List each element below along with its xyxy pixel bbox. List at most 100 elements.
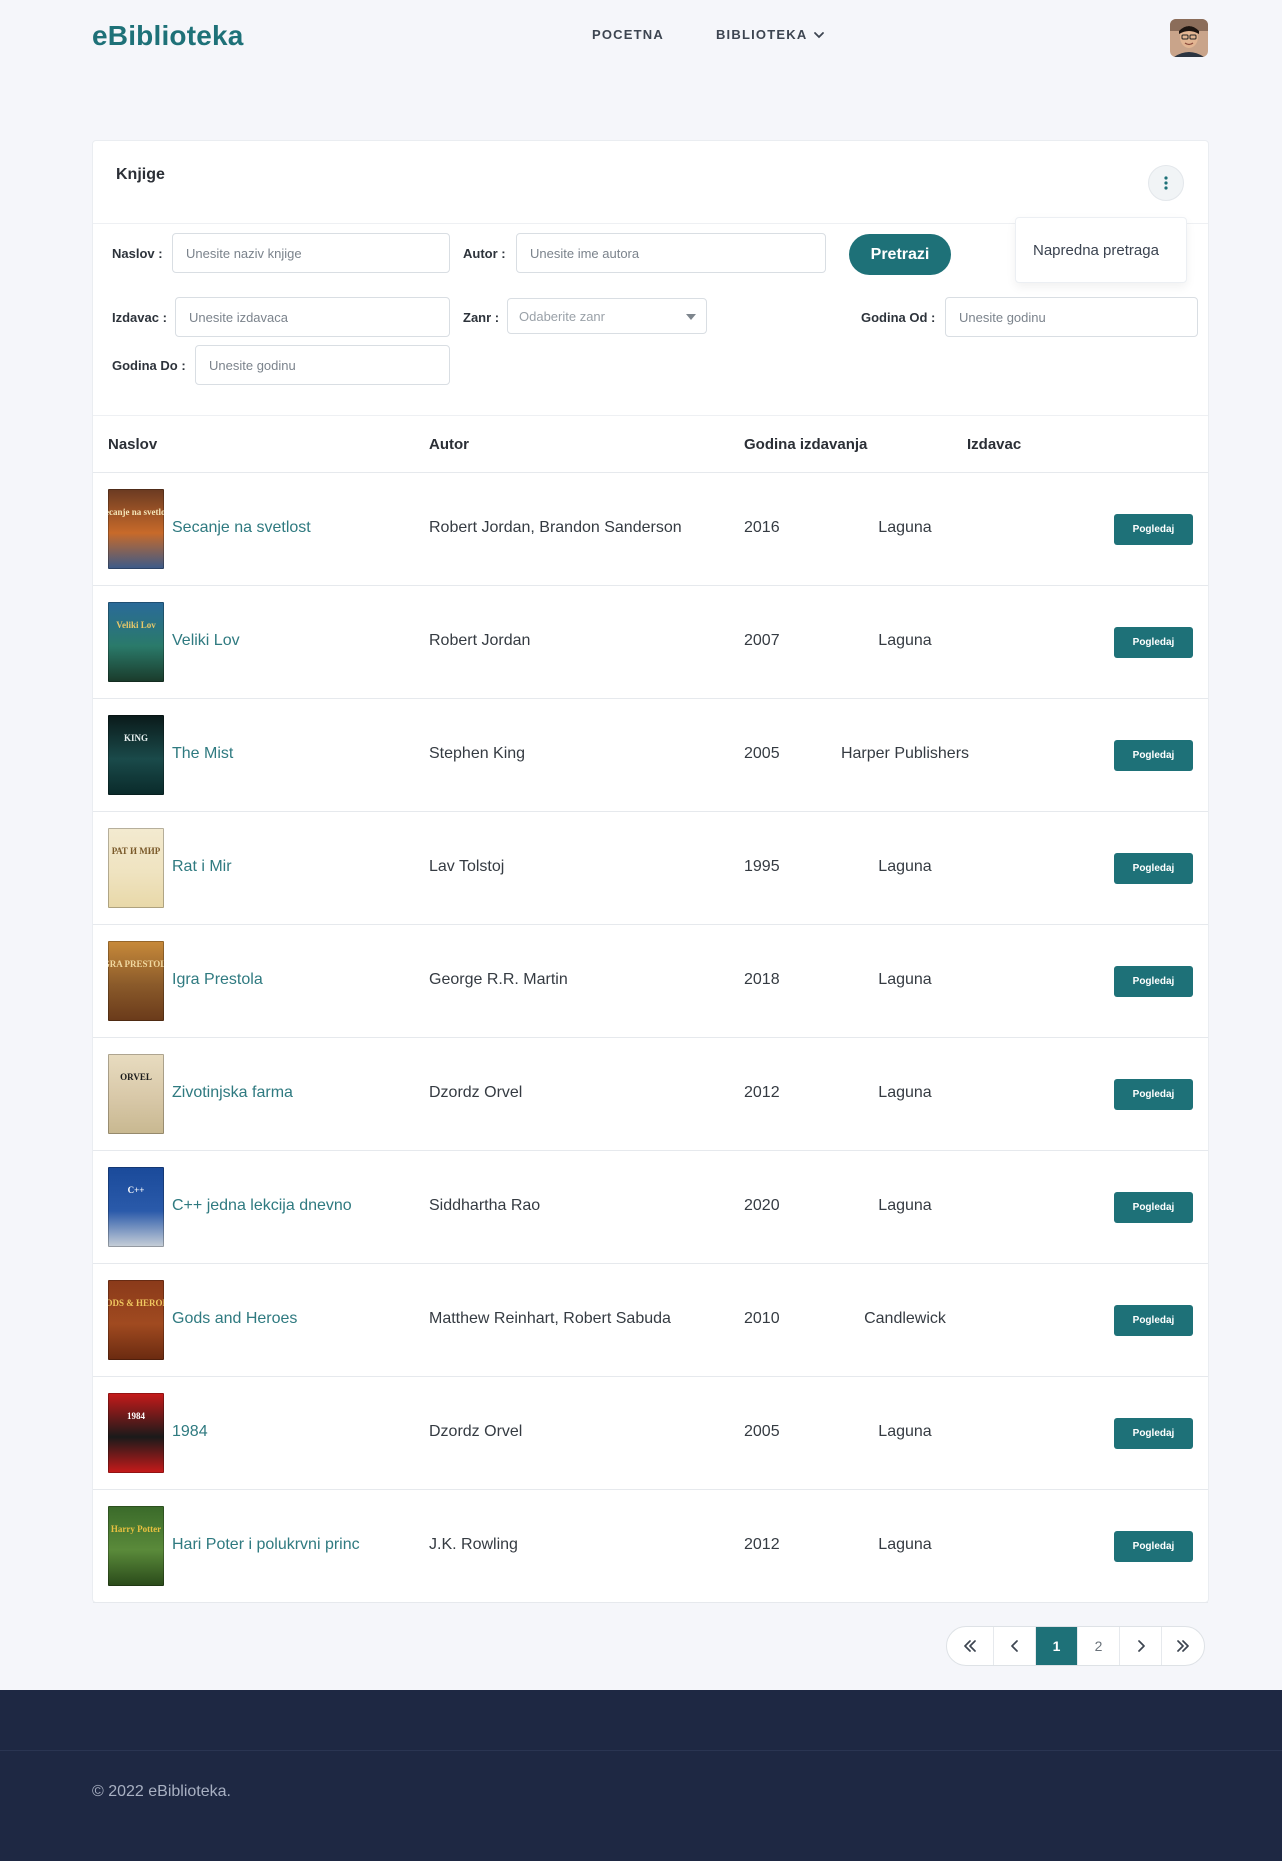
more-options-button[interactable] bbox=[1148, 165, 1184, 201]
book-cover-image[interactable]: KING bbox=[108, 715, 164, 795]
book-cover-image[interactable]: 1984 bbox=[108, 1393, 164, 1473]
table-row: C++ C++ jedna lekcija dnevno Siddhartha Ra… bbox=[93, 1151, 1208, 1264]
view-book-button[interactable]: Pogledaj bbox=[1114, 740, 1193, 771]
book-cover-art: ORVEL bbox=[108, 1054, 164, 1134]
book-cover-image[interactable]: C++ bbox=[108, 1167, 164, 1247]
autor-label: Autor : bbox=[463, 246, 506, 261]
nav-item-biblioteka[interactable]: BIBLIOTEKA bbox=[716, 27, 825, 42]
publisher-search-input[interactable] bbox=[175, 297, 450, 337]
view-book-button[interactable]: Pogledaj bbox=[1114, 1305, 1193, 1336]
godina-od-label: Godina Od : bbox=[861, 310, 936, 325]
column-header-godina[interactable]: Godina izdavanja bbox=[744, 436, 867, 453]
view-book-button[interactable]: Pogledaj bbox=[1114, 1192, 1193, 1223]
book-title-link[interactable]: The Mist bbox=[172, 745, 233, 763]
chevron-right-icon bbox=[1137, 1640, 1145, 1652]
book-publisher: Laguna bbox=[878, 1536, 932, 1553]
view-book-button[interactable]: Pogledaj bbox=[1114, 1079, 1193, 1110]
book-cover-image[interactable]: Secanje na svetlost bbox=[108, 489, 164, 569]
nav-label-biblioteka: BIBLIOTEKA bbox=[715, 27, 808, 42]
book-title-link[interactable]: Veliki Lov bbox=[172, 632, 240, 650]
table-row: IGRA PRESTOLA Igra Prestola George R.R. Ma… bbox=[93, 925, 1208, 1038]
book-title-link[interactable]: Hari Poter i polukrvni princ bbox=[172, 1536, 360, 1554]
book-year: 2010 bbox=[744, 1310, 780, 1327]
table-row: KING The Mist Stephen King 2005 Harper Publi… bbox=[93, 699, 1208, 812]
view-book-button[interactable]: Pogledaj bbox=[1114, 627, 1193, 658]
svg-text:Veliki Lov: Veliki Lov bbox=[116, 620, 156, 630]
author-search-input[interactable] bbox=[516, 233, 826, 273]
book-title-link[interactable]: Gods and Heroes bbox=[172, 1310, 297, 1328]
card-title: Knjige bbox=[116, 166, 165, 183]
book-cover-image[interactable]: РАТ И МИР bbox=[108, 828, 164, 908]
column-header-naslov[interactable]: Naslov bbox=[108, 436, 157, 453]
year-from-input[interactable] bbox=[945, 297, 1198, 337]
book-cover-art: GODS & HEROES bbox=[108, 1280, 164, 1360]
zanr-label: Zanr : bbox=[463, 310, 500, 325]
book-title-link[interactable]: 1984 bbox=[172, 1423, 208, 1441]
main-nav: POCETNA BIBLIOTEKA bbox=[592, 27, 825, 42]
godina-do-label: Godina Do : bbox=[112, 358, 186, 373]
book-title-link[interactable]: Secanje na svetlost bbox=[172, 519, 311, 537]
chevron-left-icon bbox=[1010, 1640, 1018, 1652]
book-cover-art: IGRA PRESTOLA bbox=[108, 941, 164, 1021]
svg-text:KING: KING bbox=[124, 733, 148, 743]
page-1-button[interactable]: 1 bbox=[1036, 1627, 1078, 1665]
page-2-button[interactable]: 2 bbox=[1078, 1627, 1120, 1665]
view-book-button[interactable]: Pogledaj bbox=[1114, 1418, 1193, 1449]
book-publisher: Laguna bbox=[878, 632, 932, 649]
svg-text:1984: 1984 bbox=[127, 1411, 146, 1421]
book-cover-image[interactable]: IGRA PRESTOLA bbox=[108, 941, 164, 1021]
book-author: Matthew Reinhart, Robert Sabuda bbox=[429, 1310, 671, 1327]
book-title-link[interactable]: Zivotinjska farma bbox=[172, 1084, 293, 1102]
book-cover-image[interactable]: Harry Potter bbox=[108, 1506, 164, 1586]
search-button[interactable]: Pretrazi bbox=[849, 234, 951, 275]
title-search-input[interactable] bbox=[172, 233, 450, 273]
book-cover-image[interactable]: GODS & HEROES bbox=[108, 1280, 164, 1360]
books-card: Knjige Napredna pretraga Naslov : Autor … bbox=[92, 140, 1209, 1603]
user-avatar[interactable] bbox=[1170, 19, 1208, 57]
double-chevron-right-icon bbox=[1177, 1640, 1189, 1652]
view-book-button[interactable]: Pogledaj bbox=[1114, 514, 1193, 545]
book-cover-art: 1984 bbox=[108, 1393, 164, 1473]
book-cover-image[interactable]: ORVEL bbox=[108, 1054, 164, 1134]
book-year: 2018 bbox=[744, 971, 780, 988]
book-publisher: Laguna bbox=[878, 1197, 932, 1214]
brand-logo[interactable]: eBiblioteka bbox=[92, 20, 244, 52]
book-author: Dzordz Orvel bbox=[429, 1084, 523, 1101]
next-page-button[interactable] bbox=[1120, 1627, 1162, 1665]
nav-item-pocetna[interactable]: POCETNA bbox=[592, 27, 664, 42]
view-book-button[interactable]: Pogledaj bbox=[1114, 966, 1193, 997]
last-page-button[interactable] bbox=[1162, 1627, 1204, 1665]
book-cover-image[interactable]: Veliki Lov bbox=[108, 602, 164, 682]
copyright-text: © 2022 eBiblioteka. bbox=[92, 1783, 231, 1800]
book-title-link[interactable]: Rat i Mir bbox=[172, 858, 232, 876]
book-cover-art: C++ bbox=[108, 1167, 164, 1247]
table-row: Harry Potter Hari Poter i polukrvni princ… bbox=[93, 1490, 1208, 1603]
pagination: 1 2 bbox=[946, 1626, 1205, 1666]
column-header-izdavac[interactable]: Izdavac bbox=[967, 436, 1021, 453]
year-to-input[interactable] bbox=[195, 345, 450, 385]
book-author: J.K. Rowling bbox=[429, 1536, 518, 1553]
book-publisher: Laguna bbox=[878, 858, 932, 875]
avatar-image bbox=[1170, 19, 1208, 57]
column-header-autor[interactable]: Autor bbox=[429, 436, 469, 453]
first-page-button[interactable] bbox=[947, 1627, 994, 1665]
genre-select[interactable]: Odaberite zanr bbox=[507, 298, 707, 334]
svg-text:РАТ И МИР: РАТ И МИР bbox=[112, 846, 161, 856]
double-chevron-left-icon bbox=[964, 1640, 976, 1652]
book-cover-art: KING bbox=[108, 715, 164, 795]
table-row: Secanje na svetlost Secanje na svetlost Ro… bbox=[93, 473, 1208, 586]
book-title-link[interactable]: Igra Prestola bbox=[172, 971, 263, 989]
svg-text:Secanje na svetlost: Secanje na svetlost bbox=[108, 507, 164, 517]
svg-text:ORVEL: ORVEL bbox=[120, 1072, 152, 1082]
book-author: Robert Jordan, Brandon Sanderson bbox=[429, 519, 682, 536]
prev-page-button[interactable] bbox=[994, 1627, 1036, 1665]
footer-divider bbox=[0, 1750, 1282, 1751]
view-book-button[interactable]: Pogledaj bbox=[1114, 853, 1193, 884]
caret-down-icon bbox=[686, 314, 696, 320]
table-row: GODS & HEROES Gods and Heroes Matthew Rein… bbox=[93, 1264, 1208, 1377]
advanced-search-menu-item[interactable]: Napredna pretraga bbox=[1015, 217, 1187, 283]
chevron-down-icon bbox=[814, 31, 825, 38]
book-year: 2020 bbox=[744, 1197, 780, 1214]
view-book-button[interactable]: Pogledaj bbox=[1114, 1531, 1193, 1562]
book-title-link[interactable]: C++ jedna lekcija dnevno bbox=[172, 1197, 352, 1215]
